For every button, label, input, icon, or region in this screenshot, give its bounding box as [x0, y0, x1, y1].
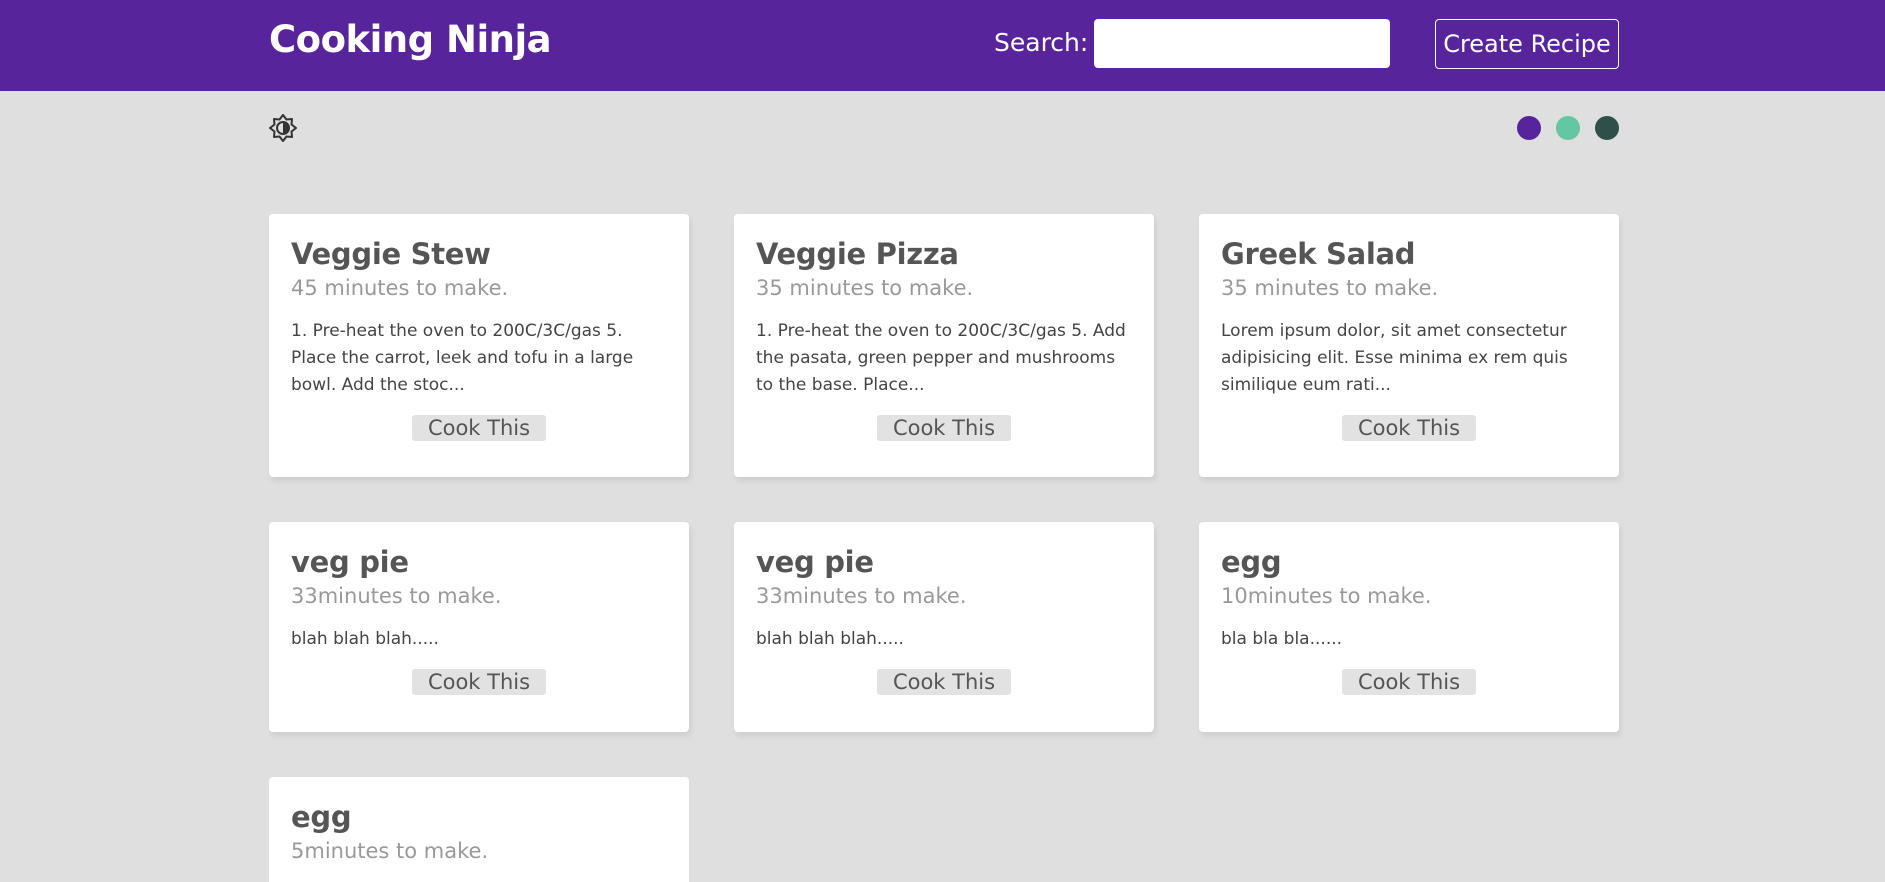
recipe-title: veg pie	[756, 545, 874, 579]
recipe-title: veg pie	[291, 545, 409, 579]
recipe-time: 35 minutes to make.	[1221, 276, 1439, 300]
recipe-card: Veggie Pizza 35 minutes to make. 1. Pre-…	[734, 214, 1154, 477]
recipe-time: 45 minutes to make.	[291, 276, 509, 300]
recipe-time: 10minutes to make.	[1221, 584, 1432, 608]
recipe-time: 33minutes to make.	[291, 584, 502, 608]
recipe-card: egg 10minutes to make. bla bla bla......…	[1199, 522, 1619, 732]
search-label: Search:	[994, 28, 1089, 57]
cook-this-button[interactable]: Cook This	[1342, 415, 1476, 441]
navbar: Cooking Ninja Search: Create Recipe	[0, 0, 1885, 91]
recipe-time: 33minutes to make.	[756, 584, 967, 608]
cook-this-button[interactable]: Cook This	[412, 669, 546, 695]
cook-this-button[interactable]: Cook This	[412, 415, 546, 441]
create-recipe-button[interactable]: Create Recipe	[1435, 19, 1619, 69]
recipe-description: 1. Pre-heat the oven to 200C/3C/gas 5. A…	[756, 321, 1126, 395]
recipe-description: blah blah blah.....	[756, 629, 904, 649]
recipe-description: blah blah blah.....	[291, 629, 439, 649]
recipe-description: bla bla bla......	[1221, 629, 1343, 649]
recipe-title: egg	[291, 800, 352, 834]
theme-color-teal[interactable]	[1556, 116, 1580, 140]
recipe-card: egg 5minutes to make.	[269, 777, 689, 882]
recipe-card: veg pie 33minutes to make. blah blah bla…	[734, 522, 1154, 732]
cook-this-button[interactable]: Cook This	[1342, 669, 1476, 695]
recipe-title: egg	[1221, 545, 1282, 579]
recipe-title: Greek Salad	[1221, 237, 1416, 271]
recipe-card: Greek Salad 35 minutes to make. Lorem ip…	[1199, 214, 1619, 477]
recipe-card: veg pie 33minutes to make. blah blah bla…	[269, 522, 689, 732]
recipe-time: 35 minutes to make.	[756, 276, 974, 300]
brand-title[interactable]: Cooking Ninja	[269, 18, 552, 61]
brightness-icon[interactable]	[269, 114, 297, 142]
recipe-description: Lorem ipsum dolor, sit amet consectetur …	[1221, 321, 1568, 395]
theme-color-purple[interactable]	[1517, 116, 1541, 140]
cook-this-button[interactable]: Cook This	[877, 669, 1011, 695]
recipe-description: 1. Pre-heat the oven to 200C/3C/gas 5. P…	[291, 321, 634, 395]
theme-color-dark-green[interactable]	[1595, 116, 1619, 140]
recipe-time: 5minutes to make.	[291, 839, 489, 863]
recipe-title: Veggie Pizza	[756, 237, 959, 271]
recipe-title: Veggie Stew	[291, 237, 491, 271]
recipe-card: Veggie Stew 45 minutes to make. 1. Pre-h…	[269, 214, 689, 477]
cook-this-button[interactable]: Cook This	[877, 415, 1011, 441]
search-input[interactable]	[1094, 19, 1390, 68]
